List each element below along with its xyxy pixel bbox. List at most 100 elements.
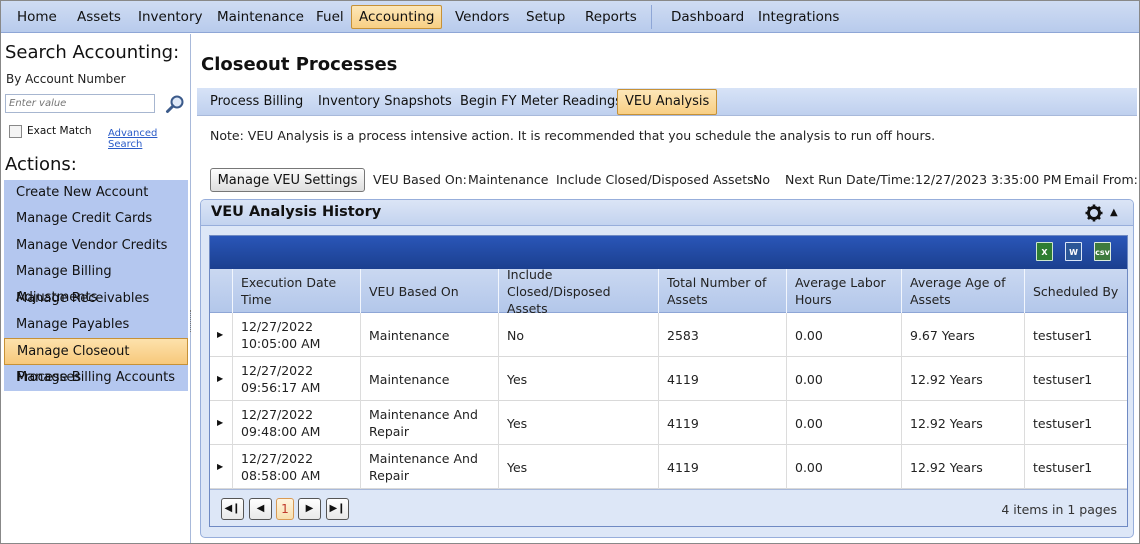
history-grid: X W csv Execution Date Time VEU Based On…	[209, 235, 1128, 527]
col-average-age-of-assets[interactable]: Average Age of Assets	[901, 269, 1024, 313]
menu-assets[interactable]: Assets	[69, 5, 129, 29]
search-input[interactable]	[5, 94, 155, 113]
cell-include-closed: Yes	[498, 445, 658, 489]
cell-scheduled-by: testuser1	[1024, 401, 1127, 445]
menu-inventory[interactable]: Inventory	[130, 5, 210, 29]
search-subtitle: By Account Number	[6, 72, 126, 86]
cell-execution-date-time: 12/27/2022 09:56:17 AM	[232, 357, 360, 401]
csv-export-icon[interactable]: csv	[1094, 242, 1111, 261]
cell-veu-based-on: Maintenance And Repair	[360, 401, 498, 445]
gear-icon[interactable]	[1085, 204, 1103, 222]
col-include-closed-disposed[interactable]: Include Closed/Disposed Assets	[498, 267, 658, 316]
first-page-button[interactable]: ◀❙	[221, 498, 244, 520]
menu-vendors[interactable]: Vendors	[447, 5, 517, 29]
advanced-search-link[interactable]: Advanced Search	[108, 128, 190, 150]
menu-integrations[interactable]: Integrations	[750, 5, 847, 29]
cell-average-labor-hours: 0.00	[786, 313, 901, 357]
cell-total-assets: 4119	[658, 445, 786, 489]
menu-dashboard[interactable]: Dashboard	[663, 5, 752, 29]
page-title: Closeout Processes	[201, 54, 398, 75]
email-from-label: Email From:	[1064, 172, 1138, 187]
sidebar-resize-handle[interactable]	[190, 310, 193, 332]
word-export-icon[interactable]: W	[1065, 242, 1082, 261]
action-manage-payables[interactable]: Manage Payables	[4, 312, 188, 338]
menu-fuel[interactable]: Fuel	[308, 5, 352, 29]
cell-average-age: 12.92 Years	[901, 357, 1024, 401]
subtab-bar: Process Billing Inventory Snapshots Begi…	[197, 88, 1137, 116]
action-manage-receivables[interactable]: Manage Receivables	[4, 286, 188, 312]
cell-average-age: 12.92 Years	[901, 445, 1024, 489]
next-run-value: 12/27/2023 3:35:00 PM	[915, 172, 1062, 187]
col-veu-based-on[interactable]: VEU Based On	[360, 269, 498, 313]
panel-header: VEU Analysis History ▲	[201, 200, 1133, 226]
cell-total-assets: 4119	[658, 357, 786, 401]
top-menu-bar: Home Assets Inventory Maintenance Fuel A…	[1, 1, 1139, 33]
excel-export-icon[interactable]: X	[1036, 242, 1053, 261]
menu-maintenance[interactable]: Maintenance	[209, 5, 312, 29]
include-closed-label: Include Closed/Disposed Assets:	[556, 172, 758, 187]
exact-match-label: Exact Match	[27, 125, 92, 137]
action-manage-closeout-processes[interactable]: Manage Closeout Processes	[4, 338, 188, 385]
menu-setup[interactable]: Setup	[518, 5, 573, 29]
sidebar: Search Accounting: By Account Number Exa…	[1, 34, 191, 543]
next-page-button[interactable]: ▶	[298, 498, 321, 520]
grid-header: Execution Date Time VEU Based On Include…	[210, 267, 1127, 316]
collapse-icon[interactable]: ▲	[1110, 207, 1118, 218]
expand-column-header	[210, 269, 232, 313]
include-closed-value: No	[753, 172, 770, 187]
row-expand-icon[interactable]: ▶	[217, 330, 223, 339]
search-title: Search Accounting:	[5, 42, 180, 63]
action-manage-credit-cards[interactable]: Manage Credit Cards	[4, 206, 188, 232]
action-list: Create New Account Manage Credit Cards M…	[4, 180, 188, 392]
row-expand-icon[interactable]: ▶	[217, 374, 223, 383]
col-execution-date-time[interactable]: Execution Date Time	[232, 269, 360, 313]
row-expand-icon[interactable]: ▶	[217, 462, 223, 471]
menu-home[interactable]: Home	[9, 5, 65, 29]
table-row[interactable]: ▶ 12/27/2022 10:05:00 AM Maintenance No …	[210, 313, 1127, 357]
table-row[interactable]: ▶ 12/27/2022 08:58:00 AM Maintenance And…	[210, 445, 1127, 489]
action-manage-billing-accounts[interactable]: Manage Billing Accounts	[4, 365, 188, 391]
row-expand-icon[interactable]: ▶	[217, 418, 223, 427]
pager-info: 4 items in 1 pages	[1001, 502, 1117, 517]
panel-title: VEU Analysis History	[211, 204, 382, 220]
prev-page-button[interactable]: ◀	[249, 498, 272, 520]
col-average-labor-hours[interactable]: Average Labor Hours	[786, 269, 901, 313]
exact-match-checkbox[interactable]	[9, 125, 22, 138]
tab-veu-analysis[interactable]: VEU Analysis	[617, 89, 718, 115]
cell-average-age: 12.92 Years	[901, 401, 1024, 445]
col-total-number-of-assets[interactable]: Total Number of Assets	[658, 269, 786, 313]
table-row[interactable]: ▶ 12/27/2022 09:48:00 AM Maintenance And…	[210, 401, 1127, 445]
last-page-button[interactable]: ▶❙	[326, 498, 349, 520]
search-icon[interactable]	[165, 94, 185, 114]
tab-process-billing[interactable]: Process Billing	[202, 89, 311, 115]
cell-veu-based-on: Maintenance	[360, 313, 498, 357]
cell-include-closed: Yes	[498, 401, 658, 445]
cell-veu-based-on: Maintenance	[360, 357, 498, 401]
veu-based-on-value: Maintenance	[468, 172, 549, 187]
cell-scheduled-by: testuser1	[1024, 357, 1127, 401]
tab-begin-fy-meter-readings[interactable]: Begin FY Meter Readings	[452, 89, 630, 115]
menu-divider	[651, 5, 652, 29]
action-manage-billing-adjustments[interactable]: Manage Billing Adjustments	[4, 259, 188, 305]
page-number-button[interactable]: 1	[276, 498, 294, 520]
manage-veu-settings-button[interactable]: Manage VEU Settings	[210, 168, 365, 192]
cell-include-closed: No	[498, 313, 658, 357]
veu-note: Note: VEU Analysis is a process intensiv…	[210, 128, 936, 143]
action-manage-vendor-credits[interactable]: Manage Vendor Credits	[4, 233, 188, 259]
menu-reports[interactable]: Reports	[577, 5, 645, 29]
action-create-new-account[interactable]: Create New Account	[4, 180, 188, 206]
veu-based-on-label: VEU Based On:	[373, 172, 467, 187]
table-row[interactable]: ▶ 12/27/2022 09:56:17 AM Maintenance Yes…	[210, 357, 1127, 401]
cell-execution-date-time: 12/27/2022 09:48:00 AM	[232, 401, 360, 445]
cell-include-closed: Yes	[498, 357, 658, 401]
cell-scheduled-by: testuser1	[1024, 313, 1127, 357]
tab-inventory-snapshots[interactable]: Inventory Snapshots	[310, 89, 460, 115]
actions-title: Actions:	[5, 154, 77, 175]
pager: ◀❙ ◀ 1 ▶ ▶❙ 4 items in 1 pages	[210, 489, 1127, 526]
cell-execution-date-time: 12/27/2022 08:58:00 AM	[232, 445, 360, 489]
cell-veu-based-on: Maintenance And Repair	[360, 445, 498, 489]
cell-execution-date-time: 12/27/2022 10:05:00 AM	[232, 313, 360, 357]
col-scheduled-by[interactable]: Scheduled By	[1024, 269, 1127, 313]
cell-average-labor-hours: 0.00	[786, 357, 901, 401]
menu-accounting[interactable]: Accounting	[351, 5, 443, 29]
